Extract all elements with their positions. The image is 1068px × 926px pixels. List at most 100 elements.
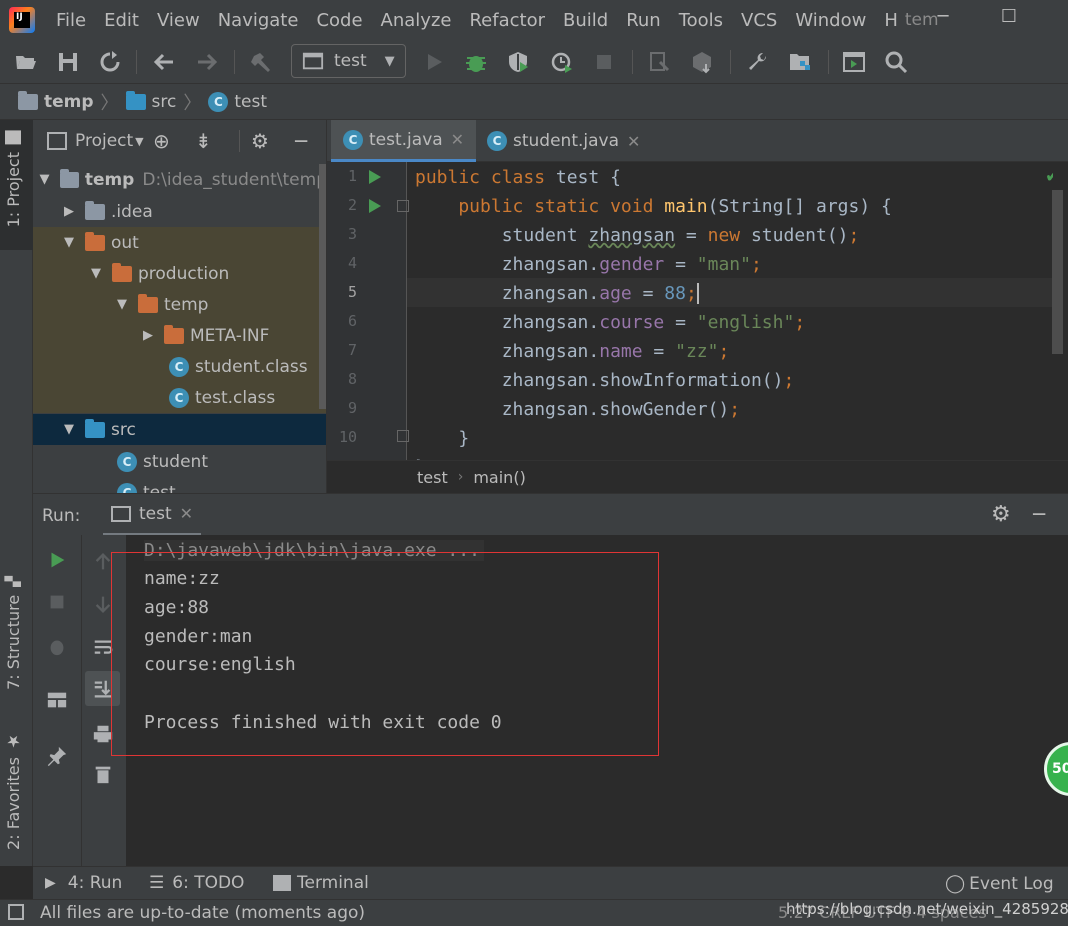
search-icon[interactable] [882,48,910,76]
chevron-down-icon[interactable]: ▼ [135,135,143,148]
sync-icon[interactable] [96,48,124,76]
expanded-arrow-icon[interactable]: ▼ [88,266,104,281]
close-icon[interactable]: ✕ [627,132,640,151]
menu-view[interactable]: View [148,10,209,31]
breadcrumb-item-src[interactable]: src [125,90,176,112]
tree-item-production[interactable]: ▼ production [33,258,326,289]
menu-build[interactable]: Build [554,10,617,31]
run-gutter-icon[interactable] [369,170,381,184]
tool-tab-todo[interactable]: ☰ 6: TODO [149,873,244,893]
deploy-package-icon[interactable] [688,48,716,76]
build-hammer-icon[interactable] [248,48,276,76]
pin-icon[interactable] [44,743,70,769]
tree-item-out[interactable]: ▼ out [33,227,326,258]
tree-item-src[interactable]: ▼ src [33,414,326,445]
breadcrumb-item-temp[interactable]: temp [18,90,94,112]
editor-scrollbar-thumb[interactable] [1052,190,1063,354]
excluded-folder-icon [85,231,105,251]
tab-student-java[interactable]: C student.java ✕ [475,120,652,162]
expanded-arrow-icon[interactable]: ▼ [61,235,77,250]
maximize-icon[interactable]: ☐ [996,6,1022,32]
stop-icon[interactable] [590,48,618,76]
breadcrumb-item-test[interactable]: C test [208,91,267,112]
gear-icon[interactable]: ⚙ [991,502,1011,527]
menu-analyze[interactable]: Analyze [372,10,461,31]
forward-arrow-icon[interactable] [193,48,221,76]
run-configuration-select[interactable]: test ▼ [291,44,406,78]
open-folder-icon[interactable] [12,48,40,76]
menu-file[interactable]: File [47,10,95,31]
menu-help[interactable]: H [875,10,907,31]
stop-icon[interactable] [44,589,70,615]
hide-panel-icon[interactable]: ─ [1033,502,1045,526]
tool-tab-run[interactable]: ▶ 4: Run [45,873,122,893]
project-folder-icon [5,130,22,144]
layout-icon[interactable] [44,687,70,713]
back-arrow-icon[interactable] [150,48,178,76]
profiler-icon[interactable] [548,48,576,76]
menu-refactor[interactable]: Refactor [460,10,554,31]
tool-tab-structure[interactable]: 7: Structure ▞ [0,572,33,702]
expanded-arrow-icon[interactable]: ▼ [114,297,130,312]
tool-windows-toggle-icon[interactable] [8,904,24,920]
run-panel-label: Run: [42,506,81,526]
tree-item-test[interactable]: C test [33,477,326,493]
tree-item-meta-inf[interactable]: ▶ META-INF [33,320,326,351]
editor-breadcrumb-class[interactable]: test [417,468,448,487]
collapsed-arrow-icon[interactable]: ▶ [61,204,77,219]
code-line-5: zhangsan.age = 88; [415,283,699,304]
tree-item-student[interactable]: C student [33,446,326,477]
close-icon[interactable]: ✕ [451,130,464,149]
code-editor[interactable]: public class test { public static void m… [407,162,1053,460]
menu-edit[interactable]: Edit [95,10,148,31]
collapsed-arrow-icon[interactable]: ▶ [140,328,156,343]
minimize-icon[interactable]: ─ [930,6,956,32]
settings-wrench-icon[interactable] [744,48,772,76]
tree-item-root[interactable]: ▼ temp D:\idea_student\temp [33,164,326,195]
chevron-down-icon: ▼ [384,53,395,69]
tool-tab-favorites[interactable]: 2: Favorites ★ [0,728,33,858]
tree-item-label: student [143,451,208,472]
debug-bug-icon[interactable] [462,48,490,76]
trash-icon[interactable] [90,761,116,787]
menu-run[interactable]: Run [617,10,670,31]
editor-breadcrumb-method[interactable]: main() [473,468,525,487]
tab-test-java[interactable]: C test.java ✕ [331,120,477,162]
line-number: 6 [347,312,357,330]
tool-tab-terminal[interactable]: Terminal [273,873,369,893]
close-icon[interactable]: ✕ [180,504,193,523]
gear-icon[interactable]: ⚙ [251,129,269,153]
project-view-select[interactable]: Project [75,131,133,151]
tree-item-temp-output[interactable]: ▼ temp [33,289,326,320]
menu-tools[interactable]: Tools [670,10,732,31]
locate-crosshair-icon[interactable]: ⊕ [153,129,170,153]
run-icon[interactable] [420,48,448,76]
tree-item-test-class[interactable]: C test.class [33,382,326,413]
tree-item-student-class[interactable]: C student.class [33,351,326,382]
run-gutter-icon[interactable] [369,199,381,213]
collapse-all-icon[interactable]: ⇟ [195,129,212,153]
rerun-icon[interactable] [44,547,70,573]
menu-window[interactable]: Window [786,10,875,31]
menu-code[interactable]: Code [307,10,371,31]
run-anything-icon[interactable] [840,48,868,76]
expanded-arrow-icon[interactable]: ▼ [61,422,77,437]
coverage-shield-icon[interactable] [504,48,532,76]
menu-vcs[interactable]: VCS [732,10,786,31]
event-log-icon: ◯ [945,873,966,894]
debug-bug-icon[interactable] [44,633,70,659]
menu-navigate[interactable]: Navigate [209,10,308,31]
project-structure-icon[interactable] [786,48,814,76]
project-scrollbar[interactable] [319,164,326,409]
java-class-icon: C [343,129,363,150]
tree-item-idea[interactable]: ▶ .idea [33,196,326,227]
update-app-icon[interactable] [646,48,674,76]
tool-tab-project[interactable]: 1: Project [0,120,33,250]
run-tab-test[interactable]: test ✕ [103,494,202,536]
tree-item-label: test.class [195,387,276,408]
tool-tab-event-log[interactable]: ◯ Event Log [945,873,1054,894]
hide-panel-icon[interactable]: ─ [295,129,307,153]
save-icon[interactable] [54,48,82,76]
java-class-icon: C [169,387,189,408]
expanded-arrow-icon[interactable]: ▼ [37,172,52,187]
